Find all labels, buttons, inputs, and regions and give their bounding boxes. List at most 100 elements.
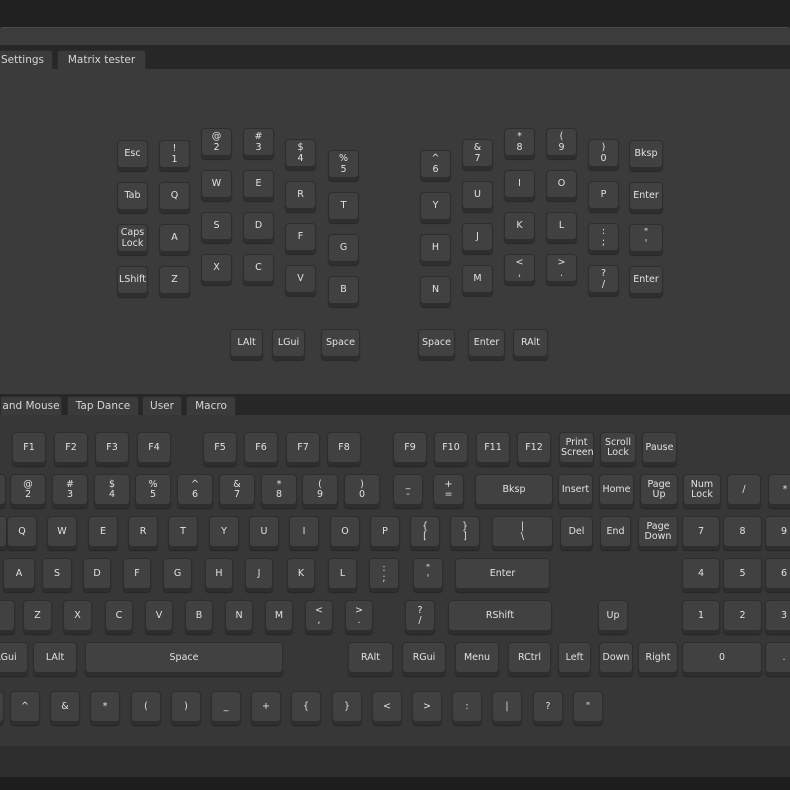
picker-key-sym[interactable]: " ' [413, 558, 443, 592]
picker-key-y[interactable]: Y [209, 516, 239, 550]
split-key-1[interactable]: ! 1 [159, 140, 190, 171]
picker-key-left[interactable]: Left [558, 642, 591, 676]
picker-key-sym[interactable]: | [492, 691, 522, 725]
split-key-w[interactable]: W [201, 170, 232, 201]
picker-key-v[interactable]: V [145, 600, 173, 634]
picker-key-sym[interactable]: { [ [410, 516, 440, 550]
split-key-o[interactable]: O [546, 170, 577, 201]
picker-key-4[interactable]: $ 4 [94, 474, 130, 508]
picker-key-f9[interactable]: F9 [393, 432, 427, 466]
split-key-bksp[interactable]: Bksp [629, 140, 663, 171]
picker-key-e[interactable]: E [88, 516, 118, 550]
picker-key-page-down[interactable]: Page Down [638, 516, 678, 550]
picker-key-sym[interactable]: { [291, 691, 321, 725]
picker-key-sym[interactable]: ? / [405, 600, 435, 634]
picker-key-sym[interactable]: _ [211, 691, 241, 725]
picker-key-i[interactable]: I [289, 516, 319, 550]
picker-key-sym[interactable]: ? [533, 691, 563, 725]
picker-key-5[interactable]: 5 [723, 558, 762, 592]
picker-key-rgui[interactable]: RGui [402, 642, 446, 676]
picker-key-t[interactable]: T [168, 516, 198, 550]
picker-key-r[interactable]: R [128, 516, 158, 550]
picker-key-sym[interactable]: > [412, 691, 442, 725]
picker-key-end[interactable]: End [600, 516, 631, 550]
split-key-c[interactable]: C [243, 254, 274, 285]
picker-key-pause[interactable]: Pause [642, 432, 677, 466]
picker-key-blank[interactable] [0, 600, 15, 634]
picker-key-f1[interactable]: F1 [12, 432, 46, 466]
picker-key-3[interactable]: 3 [765, 600, 790, 634]
picker-key-sym[interactable]: : ; [369, 558, 399, 592]
picker-key-blank[interactable] [0, 691, 4, 725]
split-key-b[interactable]: B [328, 276, 359, 307]
picker-key-f4[interactable]: F4 [137, 432, 171, 466]
split-key-lalt[interactable]: LAlt [230, 329, 263, 360]
picker-key-sym[interactable]: * [90, 691, 120, 725]
picker-key-6[interactable]: 6 [765, 558, 790, 592]
picker-key-sym[interactable]: } ] [450, 516, 480, 550]
split-key-f[interactable]: F [285, 223, 316, 254]
picker-key-sym[interactable]: _ - [393, 474, 423, 508]
split-key-caps-lock[interactable]: Caps Lock [117, 224, 148, 255]
picker-key-rshift[interactable]: RShift [448, 600, 552, 634]
picker-key-f11[interactable]: F11 [476, 432, 510, 466]
split-key-m[interactable]: M [462, 265, 493, 296]
split-key-e[interactable]: E [243, 170, 274, 201]
picker-key-p[interactable]: P [370, 516, 400, 550]
picker-key-lalt[interactable]: LAlt [33, 642, 77, 676]
picker-key-sym[interactable]: & [50, 691, 80, 725]
picker-key-z[interactable]: Z [23, 600, 52, 634]
picker-key-insert[interactable]: Insert [558, 474, 593, 508]
split-key-t[interactable]: T [328, 192, 359, 223]
picker-key-7[interactable]: & 7 [219, 474, 255, 508]
picker-key-f7[interactable]: F7 [286, 432, 320, 466]
split-key-space[interactable]: Space [321, 329, 360, 360]
picker-key-l[interactable]: L [328, 558, 357, 592]
main-tab-settings[interactable]: Settings [0, 50, 53, 69]
split-key-sym[interactable]: > . [546, 254, 577, 285]
picker-key-w[interactable]: W [47, 516, 77, 550]
picker-key-blank[interactable] [0, 516, 7, 550]
split-key-sym[interactable]: < , [504, 254, 535, 285]
split-key-z[interactable]: Z [159, 266, 190, 297]
picker-key-sym[interactable]: } [332, 691, 362, 725]
picker-key-5[interactable]: % 5 [135, 474, 171, 508]
picker-key-9[interactable]: 9 [765, 516, 790, 550]
split-key-esc[interactable]: Esc [117, 140, 148, 171]
picker-key-2[interactable]: 2 [723, 600, 762, 634]
split-key-s[interactable]: S [201, 212, 232, 243]
category-tab-and-mouse[interactable]: and Mouse [0, 396, 62, 415]
split-key-p[interactable]: P [588, 181, 619, 212]
picker-key-o[interactable]: O [330, 516, 360, 550]
split-key-2[interactable]: @ 2 [201, 128, 232, 159]
picker-key-sym[interactable]: * [768, 474, 790, 508]
split-key-d[interactable]: D [243, 212, 274, 243]
picker-key-1[interactable]: 1 [682, 600, 720, 634]
split-key-space[interactable]: Space [418, 329, 455, 360]
split-key-7[interactable]: & 7 [462, 139, 493, 170]
picker-key-sym[interactable]: ) [171, 691, 201, 725]
picker-key-home[interactable]: Home [599, 474, 634, 508]
split-key-enter[interactable]: Enter [629, 266, 663, 297]
picker-key-scroll-lock[interactable]: Scroll Lock [600, 432, 636, 466]
split-key-l[interactable]: L [546, 212, 577, 243]
split-key-ralt[interactable]: RAlt [513, 329, 548, 360]
picker-key-f3[interactable]: F3 [95, 432, 129, 466]
picker-key-sym[interactable]: ^ [10, 691, 40, 725]
picker-key-c[interactable]: C [105, 600, 133, 634]
category-tab-tap-dance[interactable]: Tap Dance [67, 396, 139, 415]
split-key-v[interactable]: V [285, 265, 316, 296]
split-key-enter[interactable]: Enter [629, 182, 663, 213]
split-key-6[interactable]: ^ 6 [420, 150, 451, 181]
split-key-sym[interactable]: : ; [588, 223, 619, 254]
split-key-sym[interactable]: " ' [629, 224, 663, 255]
picker-key-del[interactable]: Del [560, 516, 593, 550]
picker-key-sym[interactable]: ( [131, 691, 161, 725]
split-key-h[interactable]: H [420, 234, 451, 265]
split-key-9[interactable]: ( 9 [546, 128, 577, 159]
split-key-4[interactable]: $ 4 [285, 139, 316, 170]
picker-key-0[interactable]: 0 [682, 642, 762, 676]
split-key-0[interactable]: ) 0 [588, 139, 619, 170]
picker-key-8[interactable]: 8 [723, 516, 762, 550]
picker-key-2[interactable]: @ 2 [10, 474, 46, 508]
